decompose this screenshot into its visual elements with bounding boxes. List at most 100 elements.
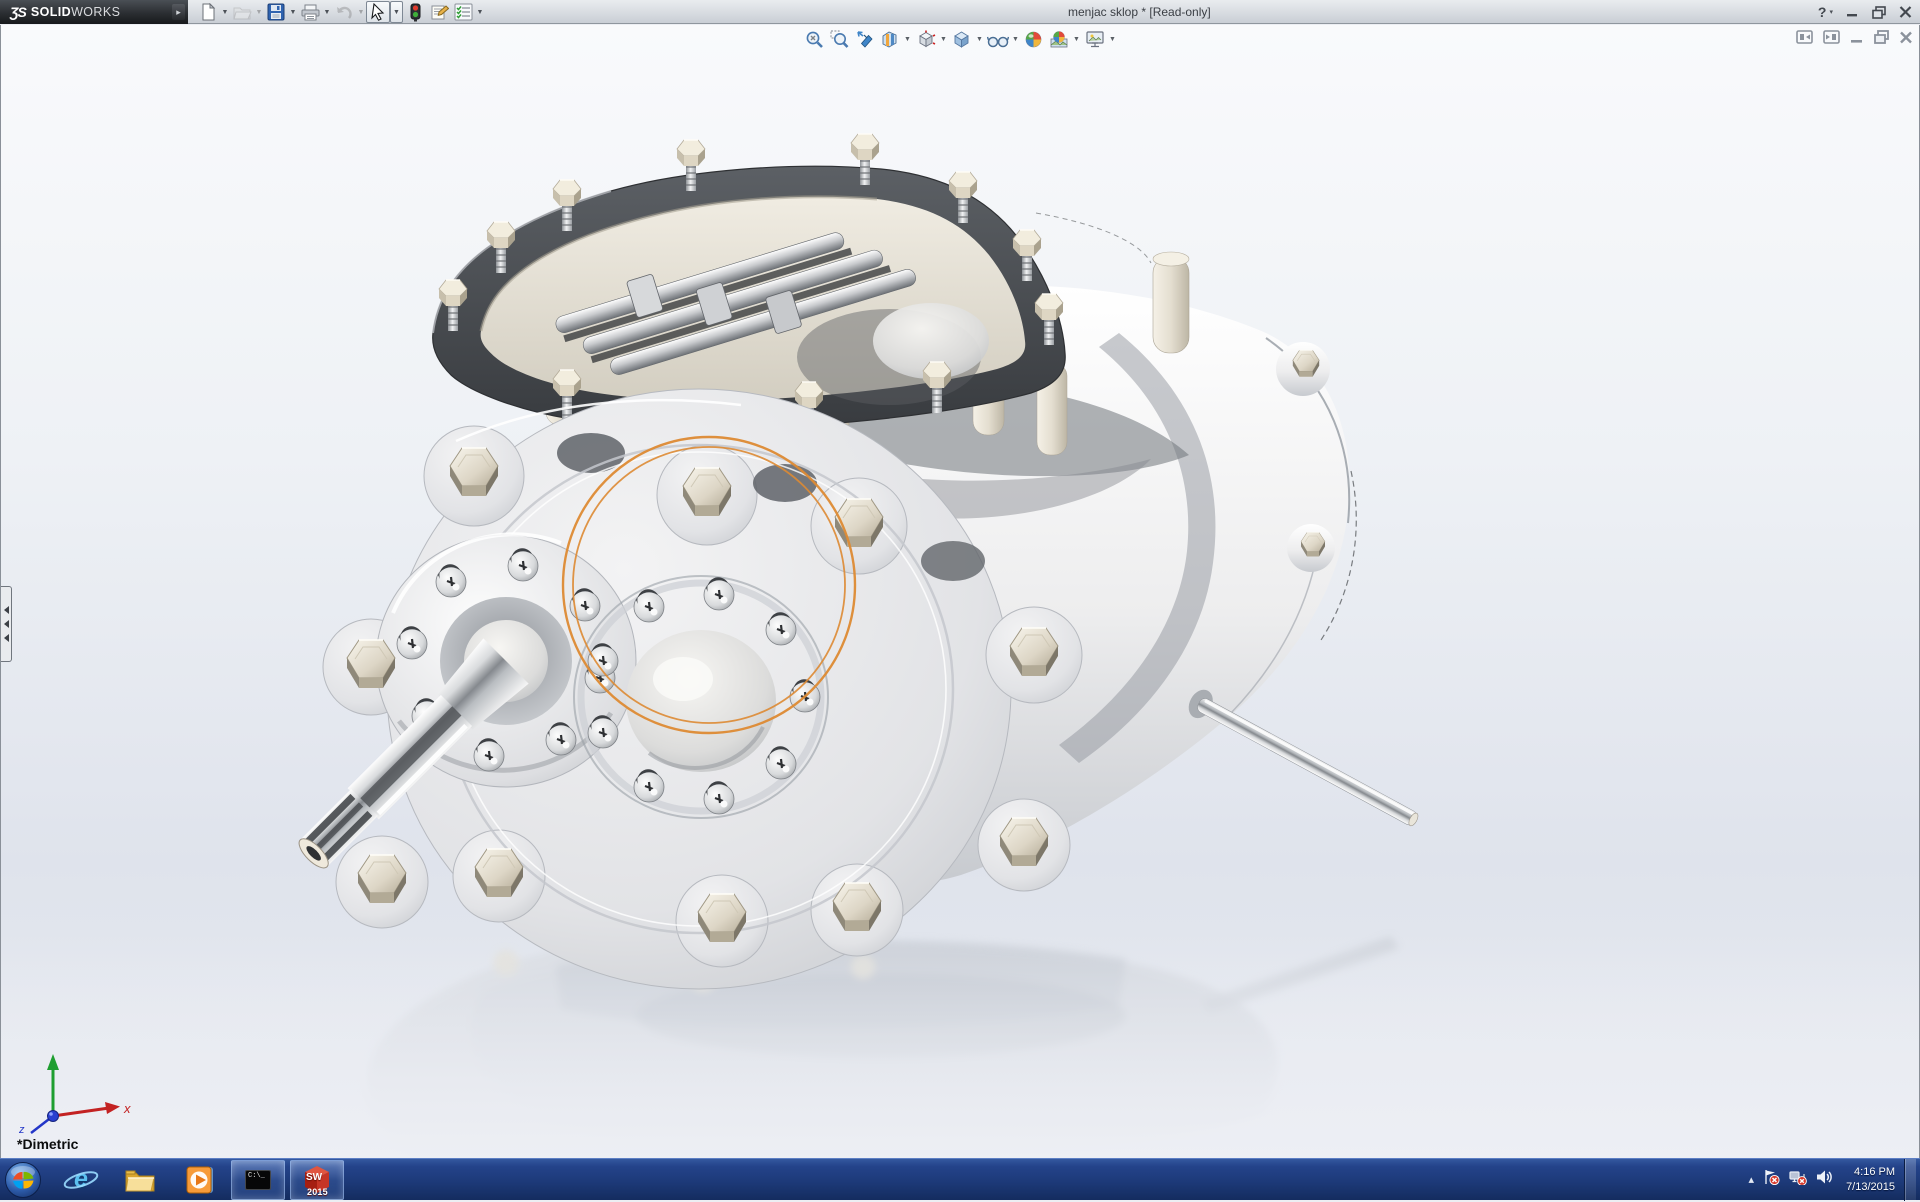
triad-x-label: x <box>123 1101 131 1116</box>
command-prompt-icon: C:\_ <box>245 1170 271 1190</box>
section-view-icon <box>880 30 899 49</box>
heads-up-view-toolbar: ▼ ▼ ▼ ▼ ▼ ▼ <box>803 28 1117 51</box>
printer-icon <box>301 4 320 21</box>
file-properties-button[interactable] <box>427 1 451 23</box>
apply-scene-icon <box>1049 30 1069 49</box>
rebuild-traffic-light-icon <box>410 3 421 22</box>
taskbar-buttons: e C:\_ SW 2015 <box>54 1159 344 1201</box>
edit-appearance-button[interactable] <box>1022 28 1045 51</box>
zoom-to-area-icon <box>830 30 849 49</box>
view-settings-dropdown[interactable]: ▼ <box>1108 36 1117 43</box>
save-dropdown[interactable]: ▼ <box>288 1 298 23</box>
taskbar-clock[interactable]: 4:16 PM 7/13/2015 <box>1846 1165 1895 1195</box>
appearance-sphere-icon <box>1024 30 1043 49</box>
file-properties-icon <box>430 3 449 21</box>
open-dropdown: ▼ <box>254 1 264 23</box>
solidworks-logo-mark: ƷS <box>10 4 26 20</box>
view-settings-button[interactable] <box>1083 28 1106 51</box>
new-dropdown[interactable]: ▼ <box>220 1 230 23</box>
restore-button[interactable] <box>1872 0 1886 24</box>
minimize-document-button[interactable] <box>1850 30 1864 44</box>
triad-z-label: z <box>18 1124 25 1134</box>
start-button[interactable] <box>0 1159 46 1201</box>
view-orientation-icon <box>916 30 936 49</box>
volume-icon[interactable] <box>1816 1169 1833 1190</box>
windows-taskbar: e C:\_ SW 2015 ▴ <box>0 1158 1920 1200</box>
section-view-dropdown[interactable]: ▼ <box>903 36 912 43</box>
undo-dropdown: ▼ <box>356 1 366 23</box>
taskbar-solidworks-2015[interactable]: SW 2015 <box>290 1160 344 1200</box>
taskbar-internet-explorer[interactable]: e <box>54 1160 108 1200</box>
window-title: menjac sklop * [Read-only] <box>1068 0 1211 24</box>
show-desktop-button[interactable] <box>1904 1159 1916 1201</box>
system-tray: ▴ 4:16 PM 7/13/2015 <box>1749 1159 1920 1201</box>
options-button[interactable] <box>451 1 475 23</box>
options-checklist-icon <box>454 3 473 21</box>
zoom-to-area-button[interactable] <box>828 28 851 51</box>
new-document-icon <box>199 3 217 21</box>
network-status-icon[interactable] <box>1789 1169 1807 1190</box>
pane-left-button[interactable] <box>1796 30 1813 44</box>
select-cursor-icon <box>370 3 386 21</box>
display-style-button[interactable] <box>950 28 973 51</box>
folder-icon <box>124 1166 156 1194</box>
save-button[interactable] <box>264 1 288 23</box>
select-dropdown[interactable]: ▼ <box>390 1 403 23</box>
previous-view-button[interactable] <box>853 28 876 51</box>
document-window-controls <box>1796 30 1913 44</box>
help-button[interactable]: ?▾ <box>1818 0 1833 24</box>
undo-button <box>332 1 356 23</box>
window-controls: ?▾ <box>1818 0 1912 24</box>
display-style-icon <box>952 30 971 49</box>
apply-scene-button[interactable] <box>1047 28 1070 51</box>
menu-expand-arrow[interactable]: ▸ <box>172 4 185 20</box>
save-floppy-icon <box>267 3 285 21</box>
clock-time: 4:16 PM <box>1846 1165 1895 1180</box>
solidworks-2015-icon: SW 2015 <box>300 1163 334 1197</box>
action-center-icon[interactable] <box>1763 1169 1780 1190</box>
show-hidden-icons-button[interactable]: ▴ <box>1749 1173 1755 1186</box>
view-orientation-button[interactable] <box>914 28 937 51</box>
taskbar-media-player[interactable] <box>172 1160 226 1200</box>
model-reflection <box>1 936 1920 1158</box>
zoom-to-fit-button[interactable] <box>803 28 826 51</box>
print-button[interactable] <box>298 1 322 23</box>
eyeglasses-icon <box>987 31 1009 49</box>
feature-panel-collapse-tab[interactable] <box>1 586 12 662</box>
hide-show-items-dropdown[interactable]: ▼ <box>1011 36 1020 43</box>
solidworks-logo: ƷS SOLIDWORKS ▸ <box>0 0 188 24</box>
ie-orbit-icon <box>61 1171 101 1189</box>
hide-show-items-button[interactable] <box>986 28 1009 51</box>
clock-date: 7/13/2015 <box>1846 1180 1895 1195</box>
previous-view-icon <box>855 30 874 49</box>
view-orientation-label: *Dimetric <box>17 1136 78 1152</box>
standard-toolbar: ▼ ▼ ▼ ▼ ▼ ▼ ▼ <box>196 1 485 23</box>
apply-scene-dropdown[interactable]: ▼ <box>1072 36 1081 43</box>
new-button[interactable] <box>196 1 220 23</box>
taskbar-command-prompt[interactable]: C:\_ <box>231 1160 285 1200</box>
windows-start-orb-icon <box>4 1161 42 1199</box>
options-dropdown[interactable]: ▼ <box>475 1 485 23</box>
model-canvas[interactable] <box>1 25 1920 1158</box>
output-shaft[interactable] <box>1184 686 1424 835</box>
undo-arrow-icon <box>335 4 353 21</box>
print-dropdown[interactable]: ▼ <box>322 1 332 23</box>
rebuild-button[interactable] <box>403 1 427 23</box>
taskbar-windows-explorer[interactable] <box>113 1160 167 1200</box>
orientation-triad: x z <box>7 1034 137 1134</box>
restore-document-button[interactable] <box>1874 30 1889 44</box>
zoom-to-fit-icon <box>805 30 824 49</box>
view-orientation-dropdown[interactable]: ▼ <box>939 36 948 43</box>
media-player-icon <box>183 1165 215 1195</box>
pane-right-button[interactable] <box>1823 30 1840 44</box>
graphics-viewport[interactable]: ▼ ▼ ▼ ▼ ▼ ▼ x z <box>0 25 1920 1158</box>
title-bar: ƷS SOLIDWORKS ▸ ▼ ▼ ▼ ▼ ▼ ▼ ▼ men <box>0 0 1920 24</box>
section-view-button[interactable] <box>878 28 901 51</box>
select-button[interactable] <box>366 1 390 23</box>
minimize-button[interactable] <box>1846 0 1859 24</box>
open-button <box>230 1 254 23</box>
close-document-button[interactable] <box>1899 31 1913 44</box>
display-style-dropdown[interactable]: ▼ <box>975 36 984 43</box>
open-folder-icon <box>233 4 252 21</box>
close-button[interactable] <box>1899 0 1912 24</box>
